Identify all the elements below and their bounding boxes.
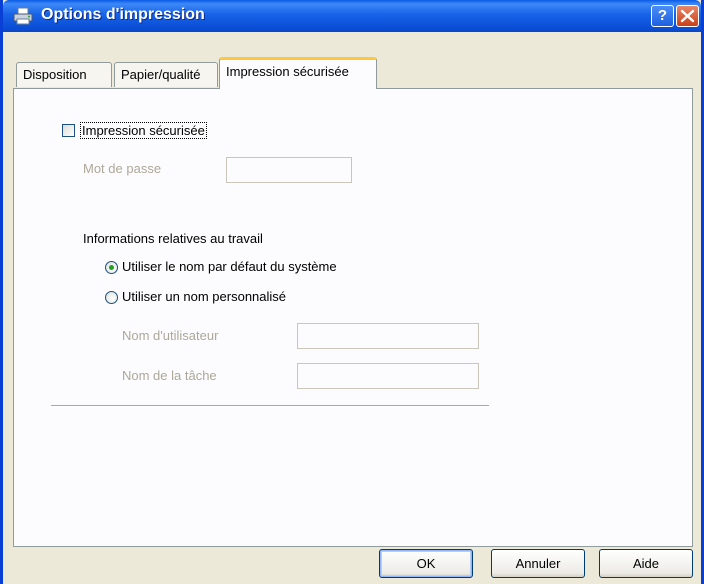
printer-icon <box>13 7 33 25</box>
dialog-window: Options d'impression ? Disposition Papie… <box>0 0 704 584</box>
radio-selected-dot <box>109 265 114 270</box>
ok-button[interactable]: OK <box>379 549 473 578</box>
tab-impression-securisee[interactable]: Impression sécurisée <box>219 57 377 89</box>
tab-panel: Impression sécurisée Mot de passe Inform… <box>13 88 693 547</box>
jobname-field[interactable] <box>297 363 479 389</box>
jobname-label: Nom de la tâche <box>122 368 217 383</box>
close-icon <box>680 9 695 23</box>
radio-custom-name-label[interactable]: Utiliser un nom personnalisé <box>122 289 286 304</box>
tab-label: Papier/qualité <box>121 67 201 82</box>
title-bar[interactable]: Options d'impression ? <box>3 0 701 32</box>
radio-default-name[interactable] <box>105 261 118 274</box>
radio-default-name-label[interactable]: Utiliser le nom par défaut du système <box>122 259 337 274</box>
tab-disposition[interactable]: Disposition <box>16 62 112 87</box>
separator <box>51 405 489 407</box>
username-label: Nom d'utilisateur <box>122 328 219 343</box>
close-button[interactable] <box>676 5 699 27</box>
secure-print-label[interactable]: Impression sécurisée <box>80 122 207 139</box>
secure-print-checkbox[interactable] <box>62 124 75 137</box>
tab-label: Disposition <box>23 67 87 82</box>
username-field[interactable] <box>297 323 479 349</box>
password-label: Mot de passe <box>83 161 162 176</box>
window-title: Options d'impression <box>41 6 205 23</box>
cancel-button[interactable]: Annuler <box>491 549 585 578</box>
help-icon: ? <box>657 7 668 24</box>
help-button[interactable]: Aide <box>599 549 693 578</box>
tab-label: Impression sécurisée <box>226 64 349 79</box>
job-info-heading: Informations relatives au travail <box>83 231 263 246</box>
radio-custom-name[interactable] <box>105 291 118 304</box>
help-title-button[interactable]: ? <box>651 5 674 27</box>
tab-papier-qualite[interactable]: Papier/qualité <box>114 62 218 87</box>
password-field[interactable] <box>226 157 352 183</box>
